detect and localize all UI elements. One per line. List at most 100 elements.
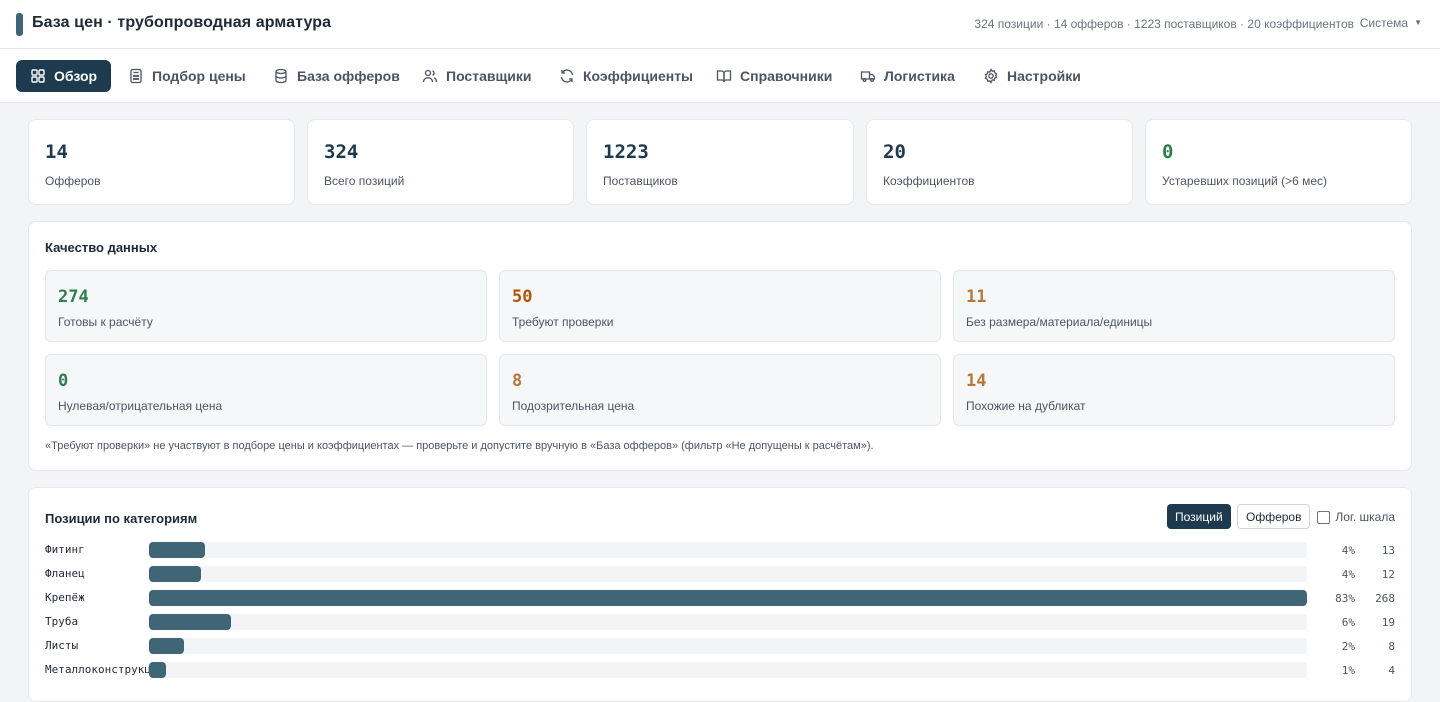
category-row: Фланец 4% 12 <box>45 566 1395 582</box>
category-percent: 4% <box>1341 544 1355 557</box>
data-quality-card: Качество данных 274 Готовы к расчёту 50 … <box>28 221 1412 471</box>
kpi-label: Всего позиций <box>324 174 405 188</box>
category-bar <box>149 590 1307 606</box>
top-bar: База цен · трубопроводная арматура 324 п… <box>0 0 1440 49</box>
quality-item-suspicious-price[interactable]: 8 Подозрительная цена <box>499 354 941 426</box>
tab-label: Коэффициенты <box>583 68 694 84</box>
category-row: Фитинг 4% 13 <box>45 542 1395 558</box>
toggle-offers[interactable]: Офферов <box>1237 504 1311 529</box>
log-scale-checkbox[interactable]: Лог. шкала <box>1317 510 1395 524</box>
tab-label: Подбор цены <box>152 68 246 84</box>
category-bar <box>149 542 205 558</box>
category-row: Листы 2% 8 <box>45 638 1395 654</box>
tab-settings[interactable]: Настройки <box>969 60 1095 92</box>
categories-card: Позиции по категориям Позиций Офферов Ло… <box>28 487 1412 702</box>
quality-value: 274 <box>58 287 89 307</box>
category-name: Металлоконструкции <box>45 663 149 676</box>
category-bar <box>149 614 231 630</box>
category-bar <box>149 662 166 678</box>
quality-label: Требуют проверки <box>512 315 614 329</box>
kpi-label: Коэффициентов <box>883 174 975 188</box>
quality-item-needs-review[interactable]: 50 Требуют проверки <box>499 270 941 342</box>
category-percent: 1% <box>1341 664 1355 677</box>
header-stats: 324 позиции · 14 офферов · 1223 поставщи… <box>974 17 1354 31</box>
tab-label: Настройки <box>1007 68 1081 84</box>
tab-suppliers[interactable]: Поставщики <box>408 60 546 92</box>
kpi-value: 20 <box>883 141 906 163</box>
tab-label: Поставщики <box>446 68 532 84</box>
quality-value: 14 <box>966 371 987 391</box>
quality-value: 11 <box>966 287 987 307</box>
category-bar-track <box>149 566 1307 582</box>
kpi-card-suppliers: 1223 Поставщиков <box>586 119 854 205</box>
section-title: Качество данных <box>45 240 158 255</box>
kpi-value: 1223 <box>603 141 649 163</box>
kpi-card-outdated: 0 Устаревших позиций (>6 мес) <box>1145 119 1412 205</box>
tab-references[interactable]: Справочники <box>702 60 846 92</box>
category-bar <box>149 638 184 654</box>
category-bar-track <box>149 542 1307 558</box>
calculator-icon <box>128 68 144 84</box>
category-bar <box>149 566 201 582</box>
tab-label: Обзор <box>54 68 98 84</box>
kpi-label: Устаревших позиций (>6 мес) <box>1162 174 1328 188</box>
category-bar-track <box>149 662 1307 678</box>
quality-label: Нулевая/отрицательная цена <box>58 399 223 413</box>
users-icon <box>422 68 438 84</box>
tab-label: База офферов <box>297 68 400 84</box>
category-percent: 83% <box>1335 592 1355 605</box>
category-row: Труба 6% 19 <box>45 614 1395 630</box>
quality-item-zero-price[interactable]: 0 Нулевая/отрицательная цена <box>45 354 487 426</box>
book-icon <box>716 68 732 84</box>
tab-overview[interactable]: Обзор <box>16 60 112 92</box>
category-count: 13 <box>1381 544 1395 557</box>
main-nav: Обзор Подбор цены База офферов Поставщик… <box>0 49 1440 103</box>
tab-label: Справочники <box>740 68 833 84</box>
quality-item-ready[interactable]: 274 Готовы к расчёту <box>45 270 487 342</box>
kpi-label: Офферов <box>45 174 101 188</box>
quality-value: 8 <box>512 371 523 391</box>
kpi-value: 14 <box>45 141 68 163</box>
category-percent: 4% <box>1341 568 1355 581</box>
app-title: База цен · трубопроводная арматура <box>32 14 332 31</box>
kpi-value: 324 <box>324 141 359 163</box>
category-count: 19 <box>1381 616 1395 629</box>
truck-icon <box>860 68 876 84</box>
gear-icon <box>983 68 999 84</box>
quality-value: 50 <box>512 287 533 307</box>
kpi-label: Поставщиков <box>603 174 678 188</box>
category-name: Труба <box>45 615 79 628</box>
category-count: 12 <box>1381 568 1395 581</box>
toggle-positions[interactable]: Позиций <box>1167 504 1231 529</box>
quality-item-duplicates[interactable]: 14 Похожие на дубликат <box>953 354 1395 426</box>
kpi-card-positions: 324 Всего позиций <box>307 119 574 205</box>
category-row: Крепёж 83% 268 <box>45 590 1395 606</box>
tab-offers-db[interactable]: База офферов <box>259 60 414 92</box>
tab-logistics[interactable]: Логистика <box>846 60 969 92</box>
category-row: Металлоконструкции 1% 4 <box>45 662 1395 678</box>
tab-price-selection[interactable]: Подбор цены <box>114 60 260 92</box>
quality-label: Готовы к расчёту <box>58 315 153 329</box>
database-icon <box>273 68 289 84</box>
grid-icon <box>30 68 46 84</box>
quality-label: Подозрительная цена <box>512 399 635 413</box>
category-name: Фланец <box>45 567 85 580</box>
category-name: Крепёж <box>45 591 85 604</box>
category-percent: 2% <box>1341 640 1355 653</box>
category-name: Листы <box>45 639 79 652</box>
quality-note: «Требуют проверки» не участвуют в подбор… <box>45 440 874 452</box>
quality-value: 0 <box>58 371 69 391</box>
checkbox-box[interactable] <box>1317 510 1331 524</box>
category-percent: 6% <box>1341 616 1355 629</box>
category-bar-track <box>149 614 1307 630</box>
quality-label: Без размера/материала/единицы <box>966 315 1153 329</box>
system-menu[interactable]: Система ▼ <box>1360 16 1422 30</box>
kpi-card-offers: 14 Офферов <box>28 119 295 205</box>
tab-coefficients[interactable]: Коэффициенты <box>545 60 707 92</box>
category-count: 268 <box>1375 592 1395 605</box>
category-bar-track <box>149 590 1307 606</box>
caret-down-icon: ▼ <box>1414 18 1422 27</box>
quality-label: Похожие на дубликат <box>966 399 1086 413</box>
quality-item-missing-attrs[interactable]: 11 Без размера/материала/единицы <box>953 270 1395 342</box>
refresh-icon <box>559 68 575 84</box>
